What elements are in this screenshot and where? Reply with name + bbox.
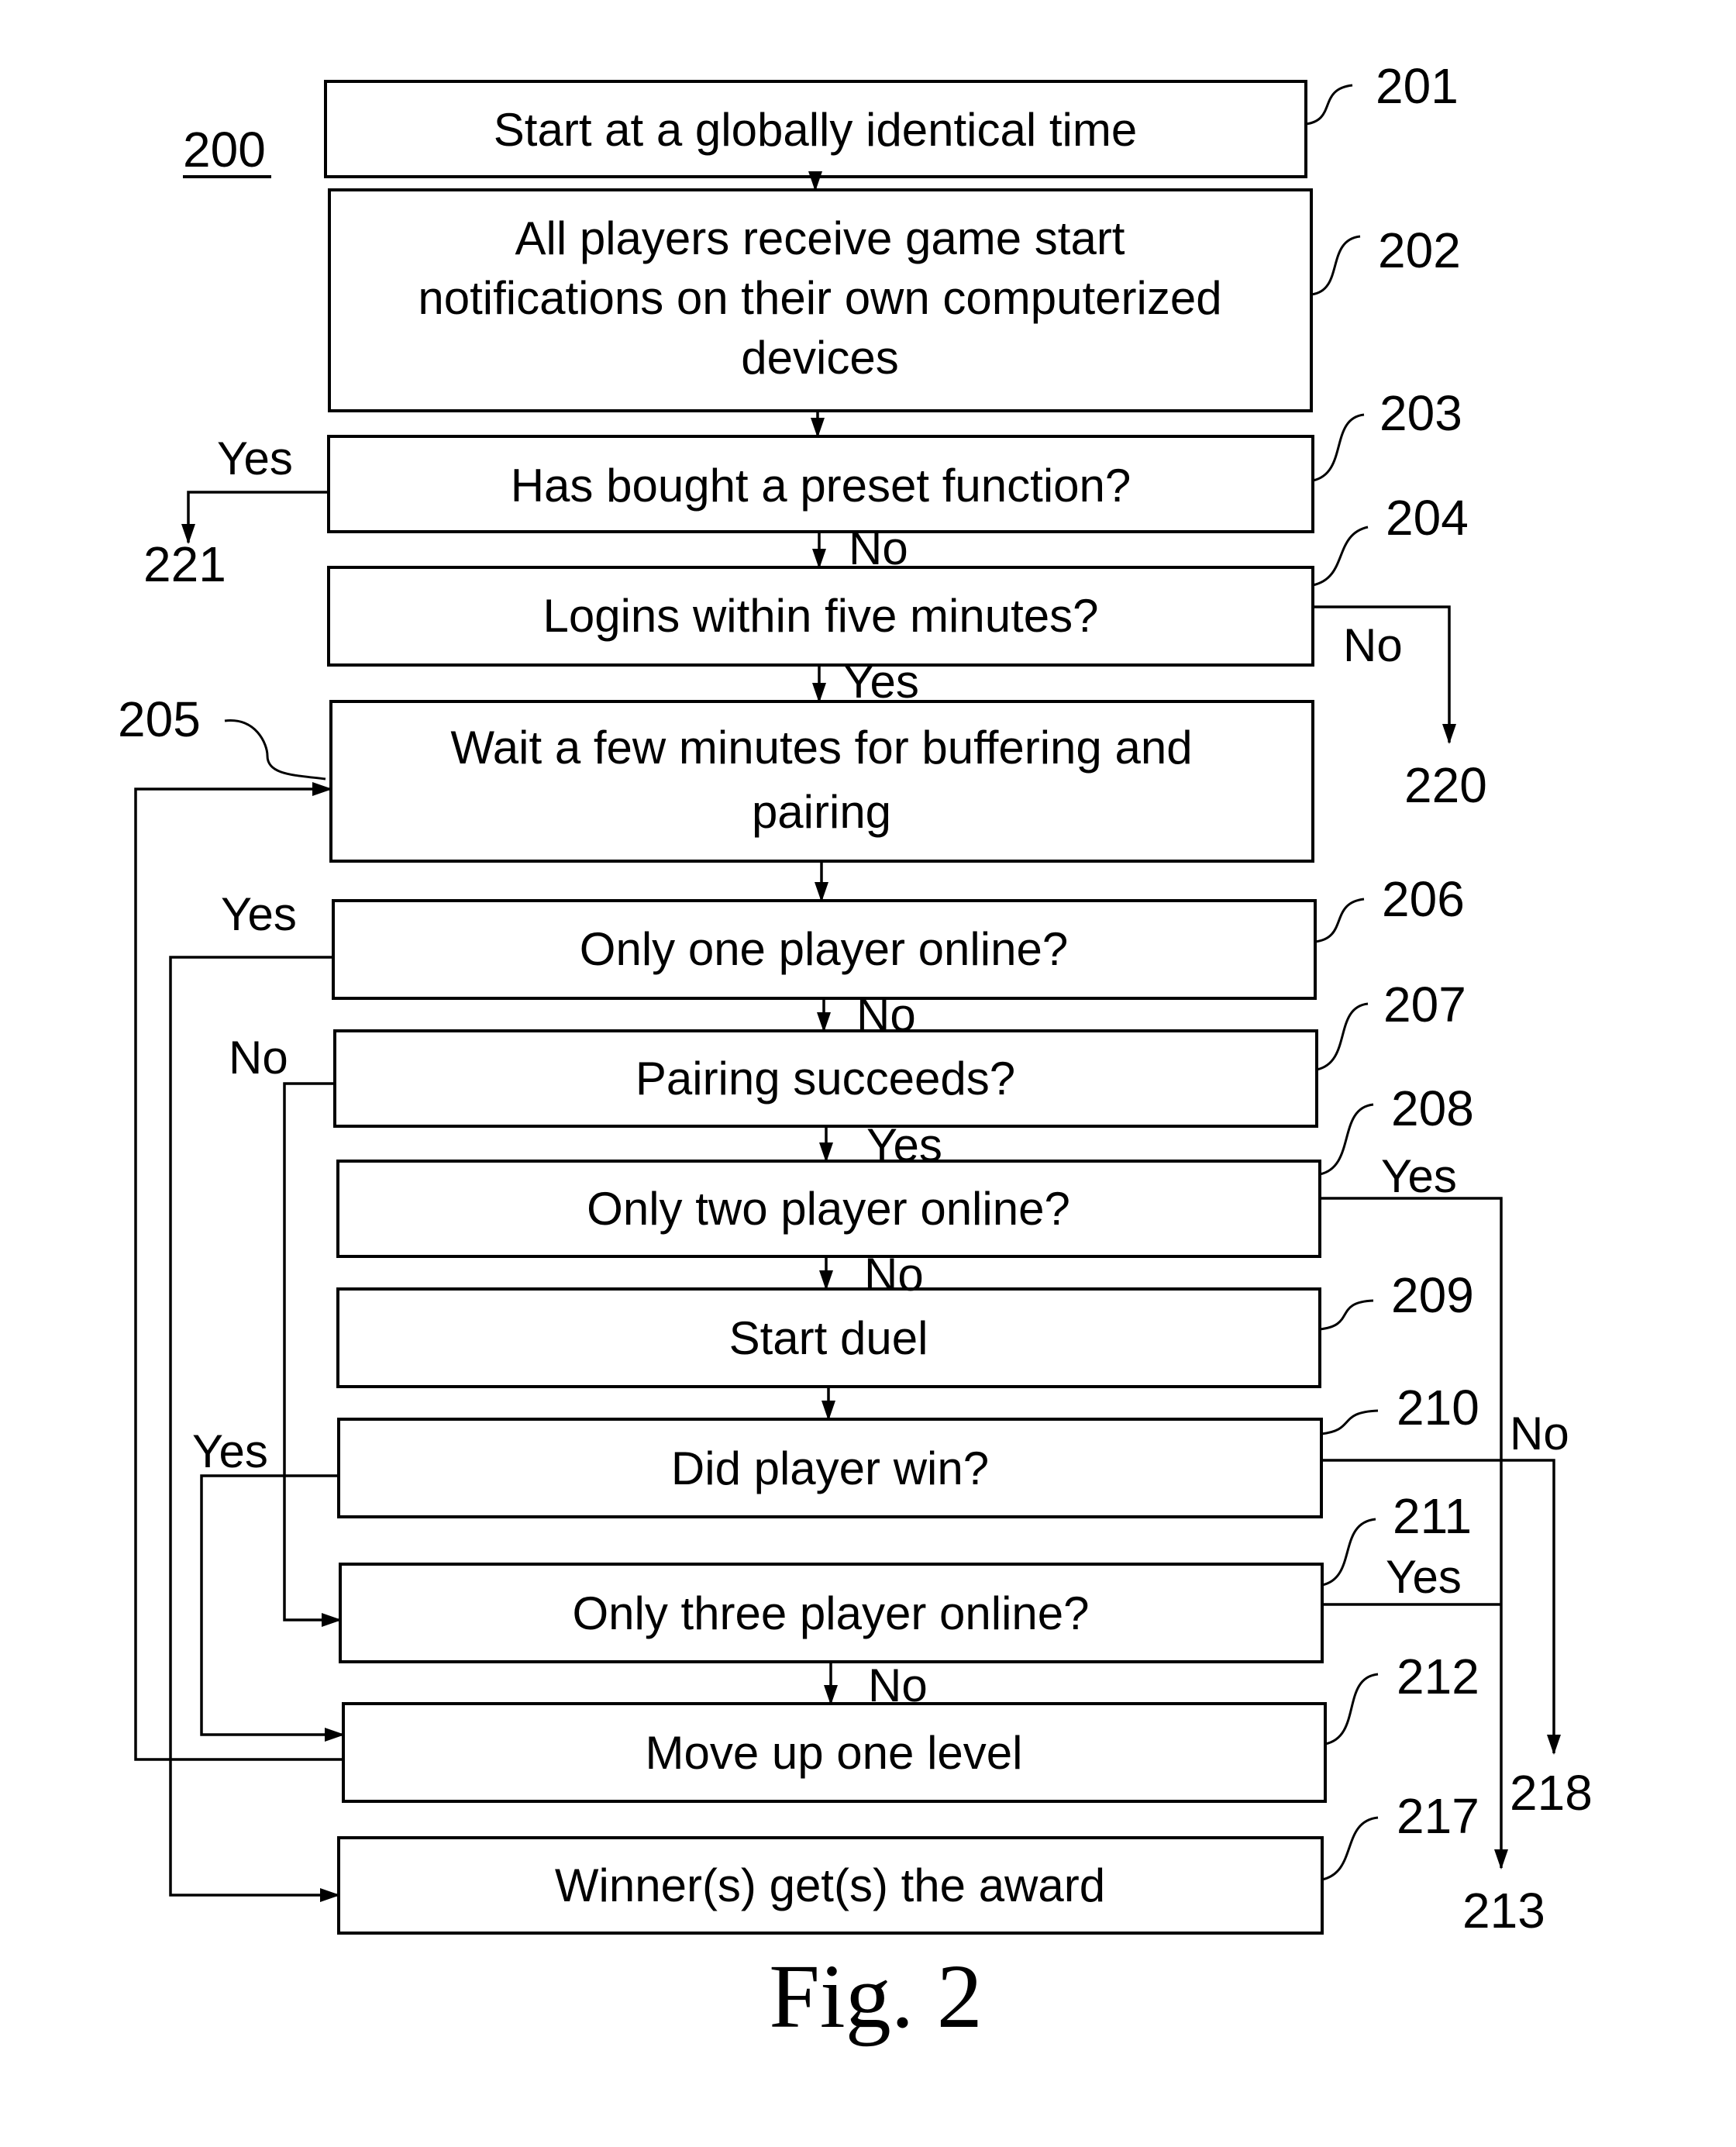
- step-201: Start at a globally identical time: [324, 80, 1307, 178]
- flowchart: 200 Start at a globally identical time A…: [118, 58, 1593, 2047]
- offpage-ref-213: 213: [1462, 1883, 1545, 1939]
- label-203-yes: Yes: [217, 433, 293, 484]
- offpage-ref-220: 220: [1404, 757, 1487, 813]
- step-text-line-2: pairing: [752, 786, 891, 838]
- step-209: Start duel: [336, 1287, 1321, 1388]
- leader-201: [1305, 84, 1353, 126]
- leader-202: [1311, 235, 1361, 296]
- label-208-no: No: [864, 1249, 924, 1301]
- step-text: Only three player online?: [572, 1587, 1089, 1639]
- step-text-line-3: devices: [741, 332, 898, 384]
- step-text: Only one player online?: [580, 923, 1068, 975]
- step-211-decision: Only three player online?: [339, 1563, 1324, 1663]
- label-207-yes: Yes: [866, 1119, 942, 1171]
- label-206-no: No: [856, 989, 916, 1041]
- step-203-decision: Has bought a preset function?: [327, 435, 1314, 533]
- step-212: Move up one level: [342, 1702, 1327, 1803]
- label-208-yes: Yes: [1381, 1150, 1457, 1202]
- ref-201: 201: [1376, 58, 1459, 114]
- label-204-no: No: [1343, 619, 1403, 671]
- ref-205: 205: [118, 691, 201, 747]
- ref-208: 208: [1391, 1080, 1474, 1136]
- step-text: Winner(s) get(s) the award: [555, 1859, 1105, 1911]
- offpage-ref-218: 218: [1510, 1765, 1593, 1821]
- step-text-line-2: notifications on their own computerized: [418, 272, 1221, 324]
- step-text: Start duel: [729, 1312, 928, 1364]
- leader-209: [1319, 1299, 1374, 1331]
- step-text: Only two player online?: [587, 1183, 1070, 1235]
- leader-203: [1312, 413, 1365, 482]
- leader-211: [1321, 1518, 1376, 1587]
- leader-207: [1316, 1002, 1369, 1071]
- label-203-no: No: [849, 522, 908, 574]
- ref-204: 204: [1386, 490, 1469, 546]
- label-210-yes: Yes: [192, 1425, 268, 1477]
- ref-206: 206: [1382, 871, 1465, 927]
- ref-202: 202: [1378, 222, 1461, 278]
- step-217: Winner(s) get(s) the award: [337, 1836, 1324, 1935]
- label-211-yes: Yes: [1386, 1551, 1462, 1603]
- label-206-yes: Yes: [221, 888, 297, 940]
- ref-217: 217: [1397, 1788, 1479, 1844]
- offpage-ref-221: 221: [143, 536, 226, 592]
- ref-207: 207: [1383, 977, 1466, 1032]
- label-210-no: No: [1510, 1408, 1569, 1459]
- label-207-no: No: [229, 1032, 288, 1084]
- step-204-decision: Logins within five minutes?: [327, 566, 1314, 667]
- figure-id-label: 200: [183, 122, 266, 177]
- step-text: Has bought a preset function?: [511, 460, 1132, 512]
- step-202: All players receive game start notificat…: [328, 188, 1313, 412]
- step-206-decision: Only one player online?: [332, 899, 1317, 1000]
- ref-203: 203: [1380, 385, 1462, 441]
- leader-208: [1319, 1103, 1374, 1176]
- leader-205: [224, 719, 326, 781]
- leader-217: [1321, 1816, 1379, 1881]
- step-text: Did player win?: [671, 1442, 989, 1494]
- step-text: Pairing succeeds?: [636, 1053, 1015, 1105]
- figure-caption: Fig. 2: [769, 1945, 982, 2047]
- step-210-decision: Did player win?: [337, 1418, 1323, 1518]
- step-207-decision: Pairing succeeds?: [333, 1029, 1318, 1128]
- leader-212: [1324, 1673, 1379, 1746]
- step-text-line-1: Wait a few minutes for buffering and: [450, 722, 1192, 774]
- ref-210: 210: [1397, 1380, 1479, 1435]
- branch-210-yes: [200, 1474, 345, 1742]
- step-text: Logins within five minutes?: [542, 590, 1098, 642]
- leader-204: [1312, 526, 1369, 587]
- step-208-decision: Only two player online?: [336, 1160, 1321, 1258]
- ref-209: 209: [1391, 1267, 1474, 1323]
- leader-210: [1321, 1409, 1379, 1435]
- leader-206: [1314, 898, 1365, 943]
- step-text: Move up one level: [646, 1727, 1023, 1779]
- label-204-yes: Yes: [843, 656, 919, 708]
- ref-212: 212: [1397, 1649, 1479, 1704]
- step-205: Wait a few minutes for buffering and pai…: [329, 700, 1314, 863]
- step-text-line-1: All players receive game start: [515, 212, 1125, 264]
- branch-207-no: [283, 1082, 342, 1627]
- ref-211: 211: [1393, 1488, 1472, 1544]
- label-211-no: No: [868, 1659, 928, 1711]
- branch-203-yes: [181, 491, 329, 544]
- step-text: Start at a globally identical time: [494, 104, 1137, 156]
